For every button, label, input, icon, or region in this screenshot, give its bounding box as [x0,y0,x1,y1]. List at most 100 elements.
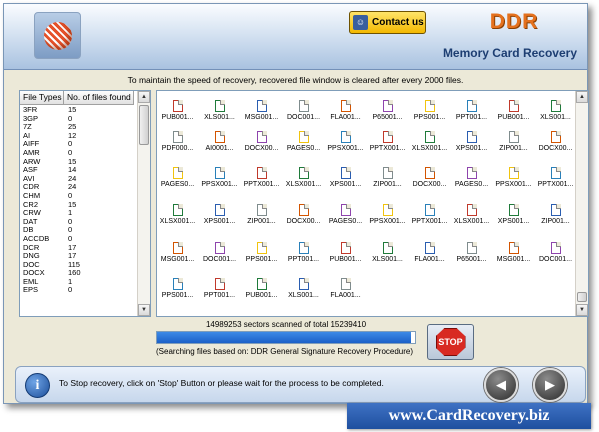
scroll-down-icon[interactable]: ▼ [576,304,588,316]
scroll-thumb[interactable] [577,292,587,302]
recovered-file-item[interactable]: PPTX001... [409,198,450,236]
recovered-file-item[interactable]: PPT001... [283,236,324,274]
recovered-file-item[interactable]: PAGES0... [325,198,366,236]
recovered-file-item[interactable]: PAGES0... [451,161,492,199]
file-icon [298,167,309,179]
website-url[interactable]: www.CardRecovery.biz [347,403,591,429]
recovered-file-item[interactable]: XPS001... [325,161,366,199]
recovered-file-item[interactable]: PPS001... [241,236,282,274]
file-name: DOC001... [202,256,237,263]
recovered-file-item[interactable]: PAGES0... [157,161,198,199]
recovered-file-item[interactable]: DOCX00... [535,125,576,163]
column-header-files-found[interactable]: No. of files found [64,91,134,105]
recovered-file-item[interactable]: XPS001... [199,198,240,236]
file-icon [466,242,477,254]
recovered-file-item[interactable]: AI0001... [199,125,240,163]
recovered-file-item[interactable]: PPSX001... [493,161,534,199]
recovered-file-item[interactable]: PDF000... [157,125,198,163]
recovered-file-item[interactable]: MSG001... [493,236,534,274]
recovered-file-item[interactable]: PPTX001... [367,125,408,163]
file-name: PAGES0... [160,181,195,188]
back-button[interactable]: ◀ [484,368,518,402]
recovered-file-item[interactable]: PPS001... [157,272,198,310]
file-name: PAGES0... [454,181,489,188]
recovered-file-item[interactable]: ZIP001... [241,198,282,236]
next-button[interactable]: ▶ [533,368,567,402]
recovered-file-item[interactable]: PAGES0... [283,125,324,163]
recovered-file-item[interactable]: XLSX001... [283,161,324,199]
file-icon [466,100,477,112]
file-name: PPSX001... [327,145,364,152]
recovered-file-item[interactable]: XLSX001... [157,198,198,236]
recovered-file-item[interactable]: XPS001... [493,198,534,236]
file-row: XLSX001... XPS001... ZIP001... DOCX00... PAG… [157,198,576,236]
recovered-file-item[interactable]: ZIP001... [367,161,408,199]
file-name: XLSX001... [285,181,322,188]
column-header-file-types[interactable]: File Types [20,91,64,105]
file-name: AI0001... [205,145,234,152]
recovered-file-item[interactable]: ZIP001... [535,198,576,236]
recovered-file-item[interactable]: ZIP001... [493,125,534,163]
recovered-file-item[interactable]: XLSX001... [409,125,450,163]
file-icon [340,131,351,143]
searching-procedure-text: (Searching files based on: DDR General S… [156,347,414,356]
table-row[interactable]: 7Z 25 [20,123,136,132]
stop-button[interactable]: STOP [427,324,474,360]
file-name: PPTX001... [369,145,406,152]
brand-name: DDR [489,10,539,33]
file-name: P65001... [372,114,403,121]
file-name: XLSX001... [159,218,196,225]
recovered-file-item[interactable]: PPSX001... [325,125,366,163]
table-row[interactable]: ASF 14 [20,166,136,175]
recovered-file-item[interactable]: DOC001... [199,236,240,274]
file-icon [214,167,225,179]
file-name: PPT001... [455,114,488,121]
recovered-files-scrollbar[interactable]: ▲ ▼ [575,91,588,316]
file-name: DOCX00... [538,145,573,152]
file-name: XPS001... [497,218,530,225]
recovered-file-item[interactable]: PUB001... [325,236,366,274]
recovered-file-item[interactable]: MSG001... [157,236,198,274]
recovered-file-item[interactable]: XLSX001... [451,198,492,236]
contact-us-button[interactable]: ☺ Contact us [349,11,426,34]
recovered-file-item[interactable]: DOCX00... [283,198,324,236]
file-name: XLSX001... [453,218,490,225]
file-icon [298,278,309,290]
file-name: PUB001... [161,114,194,121]
recovered-file-item[interactable]: FLA001... [409,236,450,274]
recovered-file-item[interactable]: XLS001... [367,236,408,274]
file-name: DOCX00... [412,181,447,188]
recovered-file-item[interactable]: PPSX001... [199,161,240,199]
table-row[interactable]: 3GP 0 [20,114,136,124]
recovered-file-item[interactable]: DOC001... [535,236,576,274]
table-row[interactable]: CRW 1 [20,209,136,218]
sectors-scanned-text: 14989253 sectors scanned of total 152394… [205,320,367,329]
scan-progress-bar [156,331,416,344]
file-name: PPTX001... [243,181,280,188]
recovered-file-item[interactable]: PPT001... [199,272,240,310]
file-icon [424,100,435,112]
file-count-cell: 0 [68,216,73,226]
file-icon [382,242,393,254]
scroll-up-icon[interactable]: ▲ [138,91,150,103]
recovered-file-item[interactable]: PPSX001... [367,198,408,236]
file-icon [256,167,267,179]
recovered-file-item[interactable]: XPS001... [451,125,492,163]
table-row[interactable]: EPS 0 [20,286,136,295]
file-name: FLA001... [414,256,445,263]
recovered-file-item[interactable]: XLS001... [283,272,324,310]
file-types-scrollbar[interactable]: ▲ ▼ [137,91,150,316]
recovered-file-item[interactable]: P65001... [451,236,492,274]
file-name: XPS001... [203,218,236,225]
recovered-file-item[interactable]: DOCX00... [241,125,282,163]
file-name: P65001... [456,256,487,263]
recovered-file-item[interactable]: PPTX001... [241,161,282,199]
scroll-down-icon[interactable]: ▼ [138,304,150,316]
recovered-file-item[interactable]: DOCX00... [409,161,450,199]
recovered-file-item[interactable]: PUB001... [241,272,282,310]
recovered-file-item[interactable]: PPTX001... [535,161,576,199]
table-row[interactable]: DAT 0 [20,216,136,227]
recovered-file-item[interactable]: FLA001... [325,272,366,310]
scroll-up-icon[interactable]: ▲ [576,91,588,103]
scroll-thumb[interactable] [139,105,149,145]
